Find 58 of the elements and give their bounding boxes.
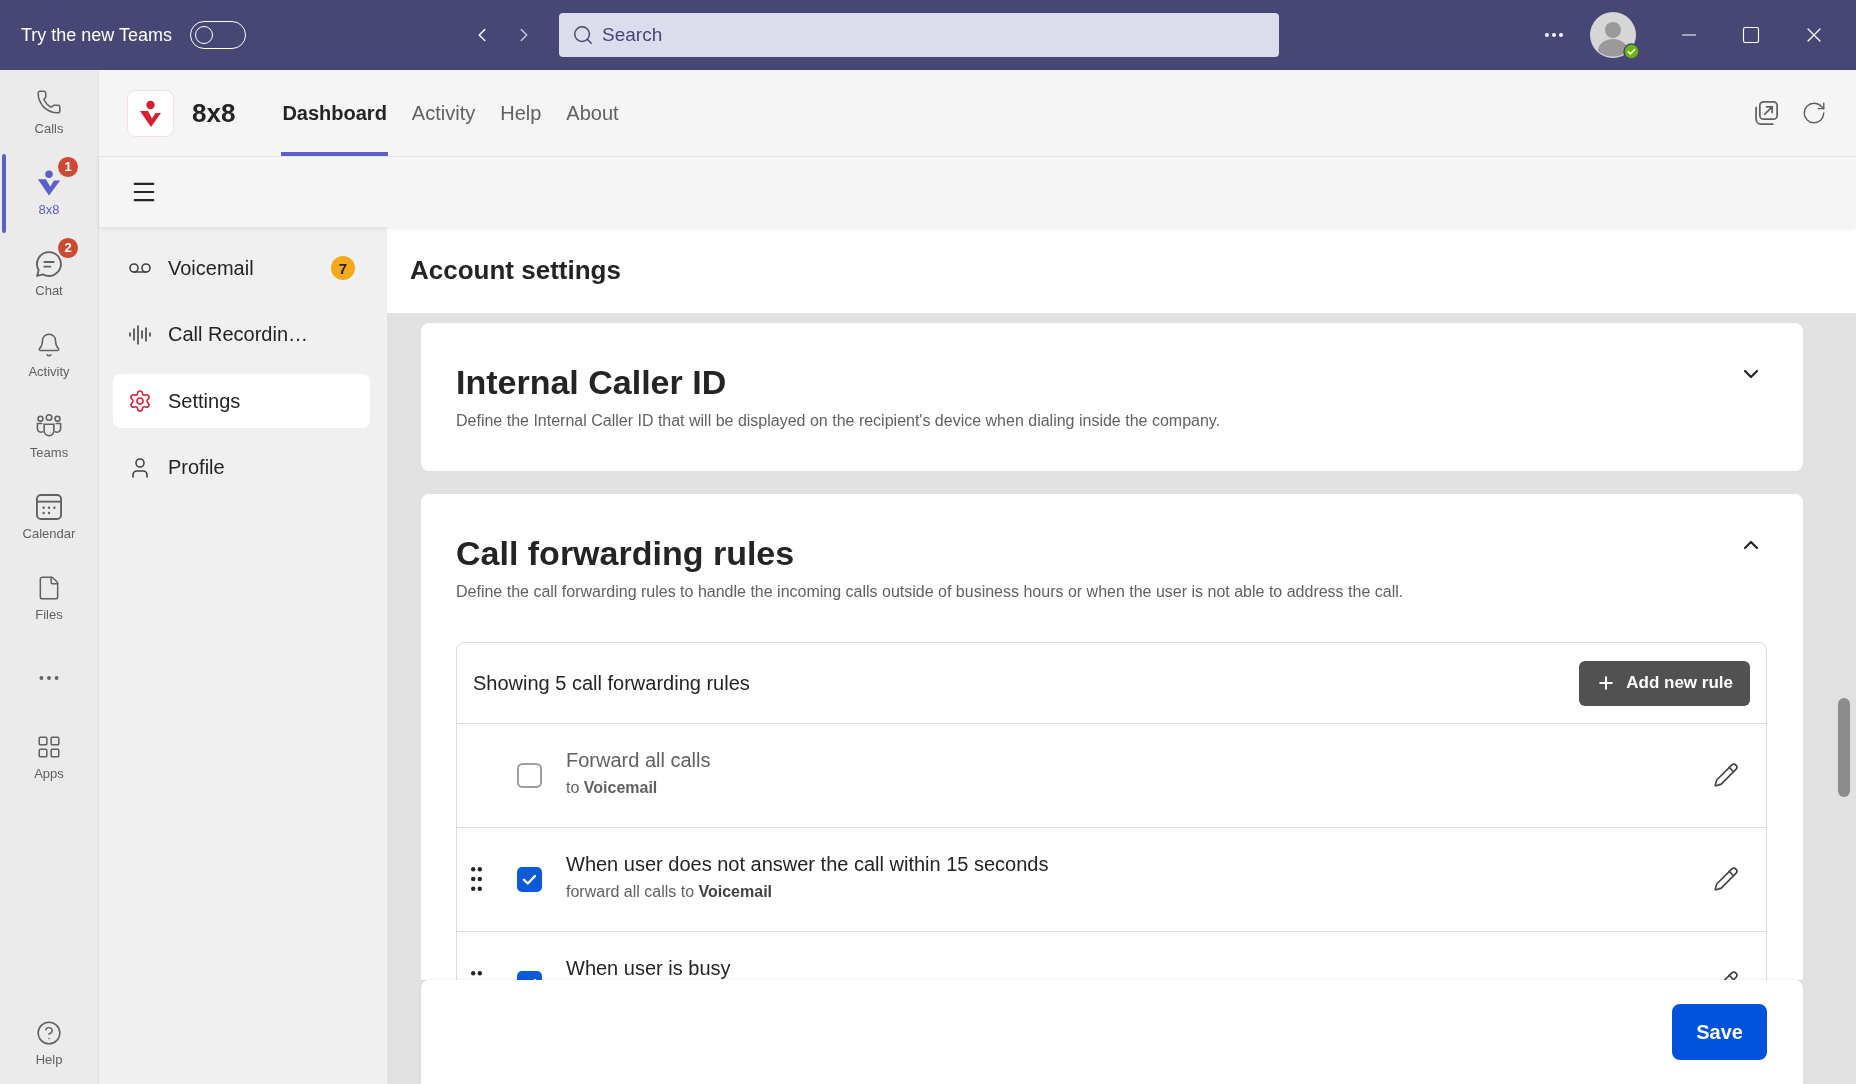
apps-grid-icon [36, 733, 62, 760]
rail-item[interactable]: Files [0, 558, 98, 639]
presence-check-icon [1623, 43, 1641, 60]
rule-title: When user does not answer the call within 15 seconds [566, 852, 1050, 876]
add-rule-button[interactable]: Add new rule [1579, 660, 1750, 706]
rule-checkbox[interactable] [517, 867, 542, 892]
rule-detail: to Voicemail [566, 778, 659, 798]
phone-icon [36, 88, 62, 115]
scrollbar-thumb[interactable] [1838, 698, 1850, 797]
save-button[interactable]: Save [1672, 1004, 1767, 1060]
count-badge: 7 [331, 256, 355, 280]
rail-item[interactable]: Teams [0, 396, 98, 477]
rail-item[interactable]: Activity [0, 315, 98, 396]
section-description: Define the Internal Caller ID that will be displayed on the recipient's device when dialing inside the company. [456, 411, 1222, 431]
sidebar-item[interactable]: Call Recordin… [113, 307, 370, 362]
refresh-icon[interactable] [1801, 100, 1827, 126]
rule-title: When user is busy [566, 956, 732, 980]
notification-badge: 2 [57, 237, 79, 259]
tab[interactable]: Activity [410, 70, 477, 156]
search-icon [572, 24, 595, 46]
rail-item[interactable]: Calendar [0, 477, 98, 558]
section-title: Internal Caller ID [456, 362, 727, 403]
waveform-icon [128, 322, 152, 347]
search-field[interactable]: Search [559, 13, 1280, 57]
section-description: Define the call forwarding rules to handle the incoming calls outside of business hours or when the user is not able to address the call. [456, 582, 1405, 602]
notification-badge: 1 [57, 156, 79, 178]
chat-bubble-icon [36, 250, 62, 277]
tab[interactable]: About [565, 70, 620, 156]
tab[interactable]: Help [499, 70, 543, 156]
app-name: 8x8 [192, 97, 236, 129]
sidebar-item[interactable]: Voicemail 7 [113, 241, 370, 295]
promo-label: Try the new Teams [21, 24, 173, 46]
bell-icon [36, 331, 62, 358]
rail-item[interactable]: Calls [0, 72, 98, 153]
drag-handle-icon[interactable] [471, 867, 482, 891]
help-icon [36, 1019, 62, 1046]
people-icon [35, 412, 63, 439]
page-title: Account settings [410, 254, 621, 286]
maximize-icon[interactable] [1741, 25, 1762, 45]
calendar-icon [36, 493, 62, 520]
rail-item[interactable]: Apps [0, 717, 98, 798]
logo-icon [36, 169, 62, 196]
pencil-icon[interactable] [1713, 866, 1739, 892]
popout-icon[interactable] [1754, 101, 1778, 125]
rules-count-text: Showing 5 call forwarding rules [473, 671, 750, 695]
pencil-icon[interactable] [1713, 762, 1739, 788]
avatar-icon[interactable] [1590, 12, 1637, 58]
section-title: Call forwarding rules [456, 533, 795, 574]
rail-item[interactable]: Help [0, 1003, 98, 1084]
rule-checkbox[interactable] [517, 763, 542, 788]
rail-item[interactable]: Chat 2 [0, 234, 98, 315]
sidebar-item[interactable]: Settings [113, 374, 370, 428]
rule-title: Forward all calls [566, 748, 712, 772]
settings-icon [128, 389, 152, 413]
app-logo-icon [127, 89, 174, 137]
sidebar-item[interactable]: Profile [113, 440, 370, 495]
rail-item[interactable]: 8x8 1 [0, 153, 98, 234]
rule-detail: forward all calls to Voicemail [566, 882, 773, 902]
